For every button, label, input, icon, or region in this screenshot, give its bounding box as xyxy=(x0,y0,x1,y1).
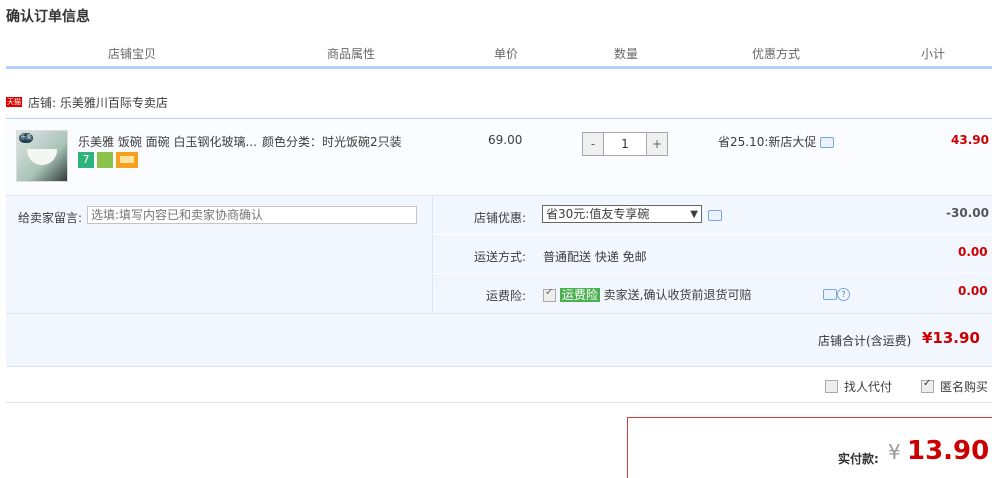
insurance-checkbox[interactable] xyxy=(543,287,556,302)
quality-guarantee-icon[interactable] xyxy=(97,152,113,168)
anonymous-purchase-option[interactable]: 匿名购买 xyxy=(921,378,988,395)
product-thumbnail[interactable]: 乐美 xyxy=(16,130,68,182)
service-icons: 7 xyxy=(78,152,138,168)
header-quantity: 数量 xyxy=(613,47,638,61)
header-discount-method: 优惠方式 xyxy=(751,47,800,61)
shop-name-link[interactable]: 店铺: 乐美雅川百际专卖店 xyxy=(28,94,168,111)
quantity-input[interactable]: 1 xyxy=(603,133,647,155)
insurance-help: ? xyxy=(823,287,850,301)
shipping-method: 普通配送 快递 免邮 xyxy=(543,250,647,264)
header-divider xyxy=(685,62,687,66)
shop-discount-selected: 省30元:值友专享碗 xyxy=(546,207,650,221)
insurance-amount: 0.00 xyxy=(958,284,988,298)
divider xyxy=(6,118,992,119)
payment-label: 实付款: xyxy=(838,452,879,466)
anonymous-checkbox[interactable] xyxy=(921,378,934,393)
proxy-pay-option[interactable]: 找人代付 xyxy=(825,378,892,395)
quantity-stepper: - 1 + xyxy=(582,132,668,156)
chat-icon[interactable] xyxy=(823,289,837,300)
divider xyxy=(432,234,992,235)
header-subtotal: 小计 xyxy=(920,47,945,61)
table-header: 店铺宝贝 商品属性 单价 数量 优惠方式 小计 xyxy=(6,38,992,69)
chat-icon[interactable] xyxy=(708,210,722,221)
tmall-logo-icon: 天猫 xyxy=(6,97,22,107)
insurance-option: 运费险 卖家送,确认收货前退货可赔 xyxy=(543,286,752,303)
product-attribute: 颜色分类：时光饭碗2只装 xyxy=(262,135,402,149)
proxy-pay-label[interactable]: 找人代付 xyxy=(844,378,892,395)
shop-discount-label: 店铺优惠: xyxy=(473,211,526,225)
shop-row: 天猫 店铺: 乐美雅川百际专卖店 xyxy=(6,92,168,112)
thumbnail-brand-badge: 乐美 xyxy=(19,133,33,143)
dropdown-arrow-icon: ▼ xyxy=(690,209,698,220)
promotion-text: 省25.10:新店大促 xyxy=(718,133,835,150)
shipping-label: 运送方式: xyxy=(473,250,526,264)
header-unit-price: 单价 xyxy=(493,47,518,61)
payment-currency: ¥ xyxy=(888,440,901,464)
insurance-text: 卖家送,确认收货前退货可赔 xyxy=(603,288,752,302)
header-divider xyxy=(865,62,867,66)
insurance-tag: 运费险 xyxy=(559,288,600,302)
order-item-row xyxy=(6,120,992,195)
divider xyxy=(432,273,992,274)
shop-discount-value: -30.00 xyxy=(946,206,989,220)
header-divider xyxy=(262,62,264,66)
help-icon[interactable]: ? xyxy=(837,288,850,301)
quantity-decrease-button[interactable]: - xyxy=(583,133,603,155)
item-subtotal: 43.90 xyxy=(951,133,989,147)
unit-price: 69.00 xyxy=(488,133,523,147)
chat-icon[interactable] xyxy=(820,137,835,148)
header-attributes: 商品属性 xyxy=(326,47,375,61)
payment-amount: 13.90 xyxy=(907,436,990,466)
page-title: 确认订单信息 xyxy=(6,9,90,25)
quantity-increase-button[interactable]: + xyxy=(647,133,667,155)
insurance-label: 运费险: xyxy=(485,289,526,303)
proxy-pay-checkbox[interactable] xyxy=(825,380,838,393)
divider xyxy=(6,402,992,403)
anonymous-label[interactable]: 匿名购买 xyxy=(940,378,988,395)
shipping-amount: 0.00 xyxy=(958,245,988,259)
message-label: 给卖家留言: xyxy=(18,211,83,225)
shop-total-label: 店铺合计(含运费) xyxy=(818,334,912,348)
header-divider xyxy=(563,62,565,66)
header-divider xyxy=(443,62,445,66)
seven-day-return-icon[interactable]: 7 xyxy=(78,152,94,168)
message-input[interactable] xyxy=(87,206,417,224)
bowl-image xyxy=(27,149,57,165)
shop-total-value: ¥13.90 xyxy=(922,329,980,347)
promotion-label: 省25.10:新店大促 xyxy=(718,135,817,149)
shop-discount-select[interactable]: 省30元:值友专享碗 ▼ xyxy=(542,205,702,223)
credit-card-icon[interactable] xyxy=(116,152,138,168)
product-name-link[interactable]: 乐美雅 饭碗 面碗 白玉钢化玻璃... xyxy=(78,133,257,150)
header-shop-item: 店铺宝贝 xyxy=(107,47,156,61)
